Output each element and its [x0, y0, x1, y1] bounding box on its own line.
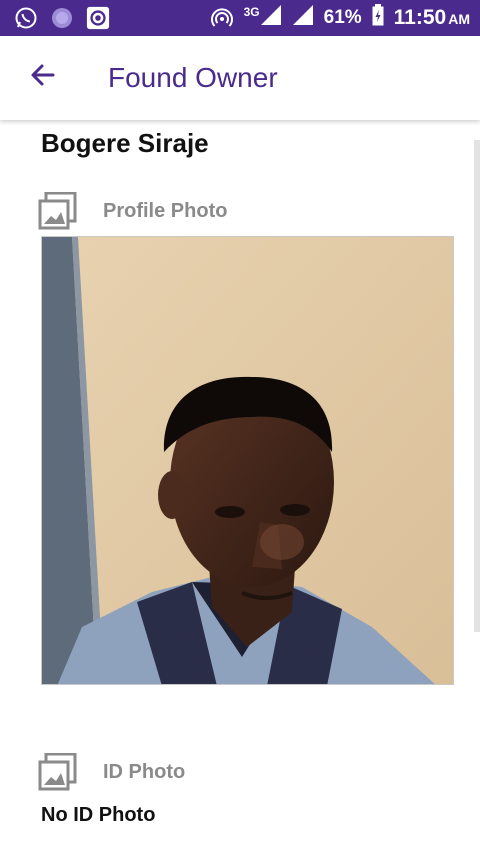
gallery-icon [38, 752, 78, 791]
clock-time: 11:50 [393, 6, 447, 29]
hotspot-icon [210, 6, 234, 30]
app-bar: Found Owner [0, 36, 480, 120]
whatsapp-icon [14, 6, 38, 30]
back-button[interactable] [26, 60, 60, 94]
scrollbar[interactable] [474, 140, 480, 632]
profile-photo[interactable] [41, 236, 454, 685]
no-id-photo-text: No ID Photo [41, 804, 156, 826]
page-title: Found Owner [108, 62, 278, 93]
app-notification-icon [50, 6, 74, 30]
battery-icon [372, 4, 384, 32]
battery-percent: 61% [323, 7, 362, 28]
profile-photo-label: Profile Photo [103, 200, 228, 222]
gallery-icon [38, 191, 78, 230]
signal-icon-secondary [292, 4, 314, 32]
status-bar-notifications [14, 6, 110, 30]
status-bar: 3G 61% 11:50 AM [0, 0, 480, 36]
owner-name: Bogere Siraje [41, 128, 209, 158]
signal-icon [260, 4, 282, 32]
status-bar-system: 3G 61% 11:50 AM [210, 4, 470, 32]
network-type: 3G [243, 5, 260, 19]
record-icon [86, 6, 110, 30]
id-photo-label: ID Photo [103, 761, 186, 783]
back-arrow-icon [29, 61, 57, 94]
clock-ampm: AM [448, 11, 470, 27]
